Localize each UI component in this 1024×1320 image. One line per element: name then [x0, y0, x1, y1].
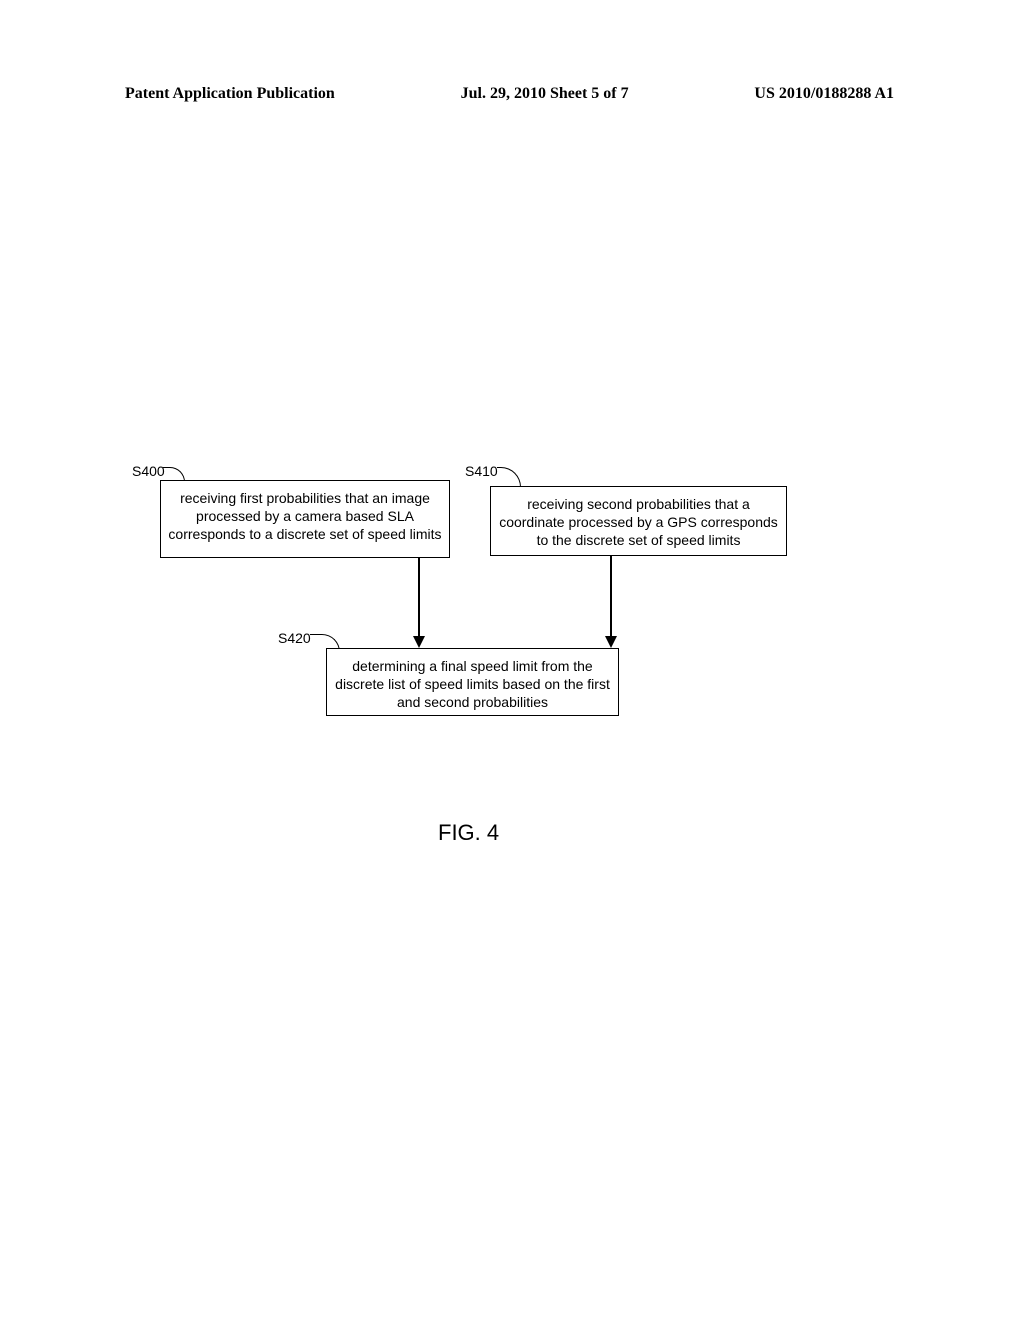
flowchart-box-s410: receiving second probabilities that a co…	[490, 486, 787, 556]
figure-caption: FIG. 4	[438, 820, 499, 846]
header-right: US 2010/0188288 A1	[754, 85, 894, 103]
arrowhead-icon	[413, 636, 425, 648]
step-label-s400: S400	[132, 463, 165, 479]
page-header: Patent Application Publication Jul. 29, …	[0, 85, 1024, 103]
arrow-line-right	[610, 556, 612, 638]
arrow-line-left	[418, 558, 420, 638]
header-left: Patent Application Publication	[125, 85, 335, 103]
header-center: Jul. 29, 2010 Sheet 5 of 7	[461, 85, 629, 103]
flowchart-box-s400: receiving first probabilities that an im…	[160, 480, 450, 558]
step-label-s420: S420	[278, 630, 311, 646]
arrowhead-icon	[605, 636, 617, 648]
step-label-s410: S410	[465, 463, 498, 479]
flowchart-box-s420: determining a final speed limit from the…	[326, 648, 619, 716]
connector-curve-s410	[497, 467, 521, 487]
